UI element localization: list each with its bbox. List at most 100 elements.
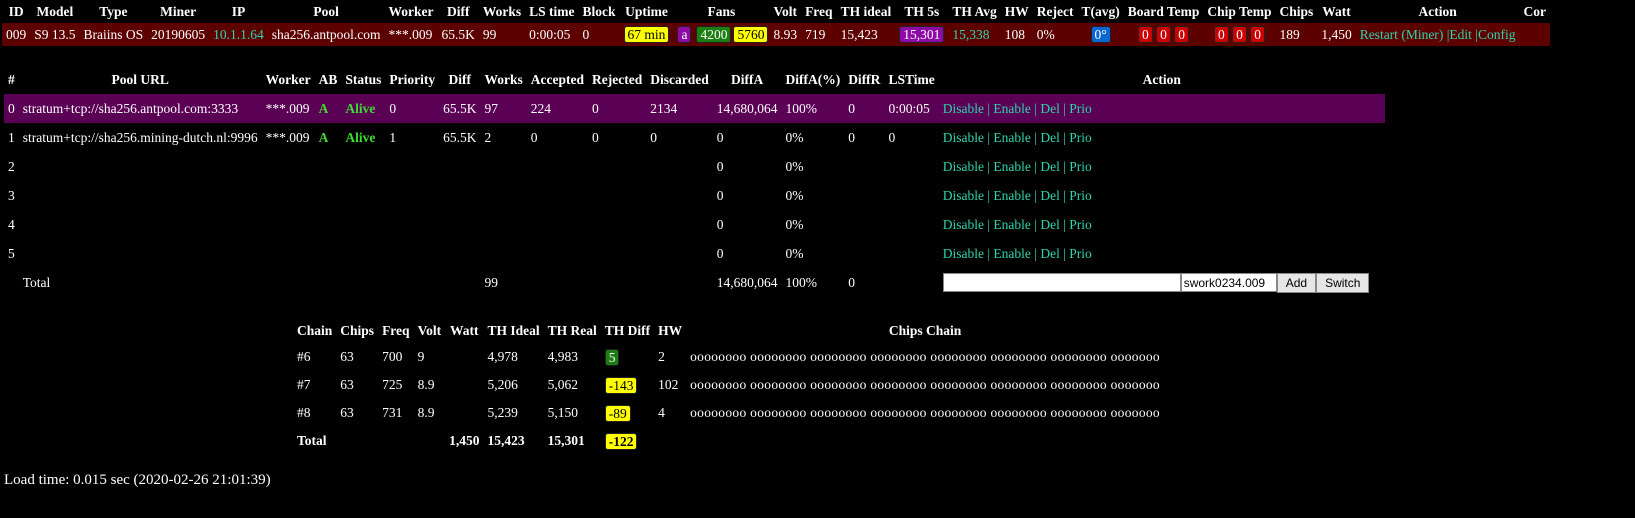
col-action: Action (1418, 4, 1457, 19)
separator: | (1034, 100, 1037, 116)
restart-link[interactable]: Restart (1360, 27, 1398, 42)
col-th-avg: TH Avg (952, 4, 997, 19)
pool-rejected (588, 152, 646, 181)
total-diffa-pct: 100% (785, 274, 817, 290)
pool-diffa-pct: 0% (785, 158, 804, 174)
miner-type: Braiins OS (79, 23, 148, 46)
prio-link[interactable]: Prio (1069, 246, 1092, 261)
miner-watt: 1,450 (1317, 23, 1356, 46)
pool-discarded: 0 (650, 129, 657, 145)
enable-link[interactable]: Enable (993, 217, 1030, 232)
pool-worker: ***.009 (261, 94, 315, 123)
pool-works (480, 210, 526, 239)
del-link[interactable]: Del (1040, 188, 1060, 203)
pool-diffa: 0 (716, 158, 724, 174)
col-rejected: Rejected (591, 72, 643, 87)
pool-lstime (884, 239, 938, 268)
pool-diff (439, 152, 480, 181)
pool-lstime (884, 152, 938, 181)
pool-url (19, 239, 262, 268)
add-pool-button[interactable]: Add (1276, 272, 1317, 293)
miner-diff: 65.5K (437, 23, 479, 46)
pool-url-input[interactable] (942, 273, 1181, 292)
switch-pool-button[interactable]: Switch (1316, 272, 1370, 293)
total-empty (315, 268, 342, 297)
prio-link[interactable]: Prio (1069, 159, 1092, 174)
col-type: Type (99, 4, 128, 19)
chip-temp-badge: 0 (1213, 26, 1229, 43)
del-link[interactable]: Del (1040, 159, 1060, 174)
enable-link[interactable]: Enable (993, 101, 1030, 116)
pool-diffa: 0 (716, 129, 724, 145)
pool-actions: Disable | Enable | Del | Prio (939, 123, 1385, 152)
edit-link[interactable]: Edit (1449, 27, 1472, 42)
col-volt: Volt (417, 322, 442, 338)
col-diffr: DiffR (848, 72, 881, 87)
disable-link[interactable]: Disable (943, 130, 984, 145)
separator: | (987, 158, 991, 174)
pool-status: Alive (345, 129, 376, 145)
enable-link[interactable]: Enable (993, 159, 1030, 174)
col-fans: Fans (707, 4, 736, 19)
pool-url: stratum+tcp://sha256.mining-dutch.nl:999… (22, 129, 258, 145)
separator: | (987, 216, 991, 232)
miner-ls-time: 0:00:05 (525, 23, 579, 46)
separator: | (1034, 158, 1037, 174)
chains-total-watt: 1,450 (449, 433, 480, 448)
prio-link[interactable]: Prio (1069, 101, 1092, 116)
pool-worker (262, 181, 315, 210)
pool-diff (439, 239, 480, 268)
separator: | (1034, 245, 1037, 261)
pool-ab (315, 210, 342, 239)
chains-total-empty (336, 427, 378, 455)
pool-ab (315, 181, 342, 210)
th-diff-badge: 5 (604, 348, 620, 366)
enable-link[interactable]: Enable (993, 188, 1030, 203)
del-link[interactable]: Del (1040, 101, 1060, 116)
enable-link[interactable]: Enable (993, 246, 1030, 261)
worker-input[interactable] (1180, 273, 1277, 292)
del-link[interactable]: Del (1040, 246, 1060, 261)
pool-diffa-pct: 0% (785, 216, 804, 232)
pool-row: 0 stratum+tcp://sha256.antpool.com:3333 … (4, 94, 1385, 123)
chains-total-row: Total 1,450 15,423 15,301 -122 (293, 427, 1164, 455)
restart-miner-link[interactable]: Miner (1406, 27, 1439, 42)
disable-link[interactable]: Disable (943, 188, 984, 203)
prio-link[interactable]: Prio (1069, 217, 1092, 232)
del-link[interactable]: Del (1040, 217, 1060, 232)
pool-diff: 65.5K (439, 94, 481, 123)
enable-link[interactable]: Enable (993, 130, 1030, 145)
pool-accepted: 0 (530, 129, 538, 145)
pool-diffa-pct: 0% (785, 245, 804, 261)
disable-link[interactable]: Disable (943, 159, 984, 174)
separator: | (1063, 100, 1066, 116)
pools-table: # Pool URL Worker AB Status Priority Dif… (4, 66, 1385, 297)
pool-actions: Disable | Enable | Del | Prio (939, 210, 1385, 239)
col-worker: Worker (388, 4, 434, 19)
pool-diffa-pct: 0% (785, 187, 804, 203)
miner-ip-link[interactable]: 10.1.1.64 (213, 27, 264, 42)
col-ab: AB (318, 72, 338, 87)
disable-link[interactable]: Disable (943, 246, 984, 261)
miner-row: 009 S9 13.5 Braiins OS 20190605 10.1.1.6… (2, 23, 1550, 46)
col-volt: Volt (773, 4, 797, 19)
del-link[interactable]: Del (1040, 130, 1060, 145)
pool-rejected (588, 239, 646, 268)
chain-row: #8 63 731 8.9 5,239 5,150 -89 4 oooooooo… (293, 399, 1164, 427)
disable-link[interactable]: Disable (943, 101, 984, 116)
prio-link[interactable]: Prio (1069, 130, 1092, 145)
pool-discarded (646, 152, 713, 181)
miner-worker: ***.009 (384, 23, 438, 46)
col-th-5s: TH 5s (904, 4, 940, 19)
chain-watt (445, 343, 483, 371)
miner-t-avg-cell: 0° (1077, 23, 1124, 46)
chains-total-empty (654, 427, 686, 455)
pool-diffr (844, 210, 884, 239)
disable-link[interactable]: Disable (943, 217, 984, 232)
pool-lstime: 0 (888, 129, 896, 145)
miner-hw: 108 (1000, 23, 1033, 46)
config-link[interactable]: Config (1478, 27, 1516, 42)
pool-row: 2 0 0% Disable | Enable | Del | Prio (4, 152, 1385, 181)
pool-status: Alive (341, 94, 386, 123)
prio-link[interactable]: Prio (1069, 188, 1092, 203)
